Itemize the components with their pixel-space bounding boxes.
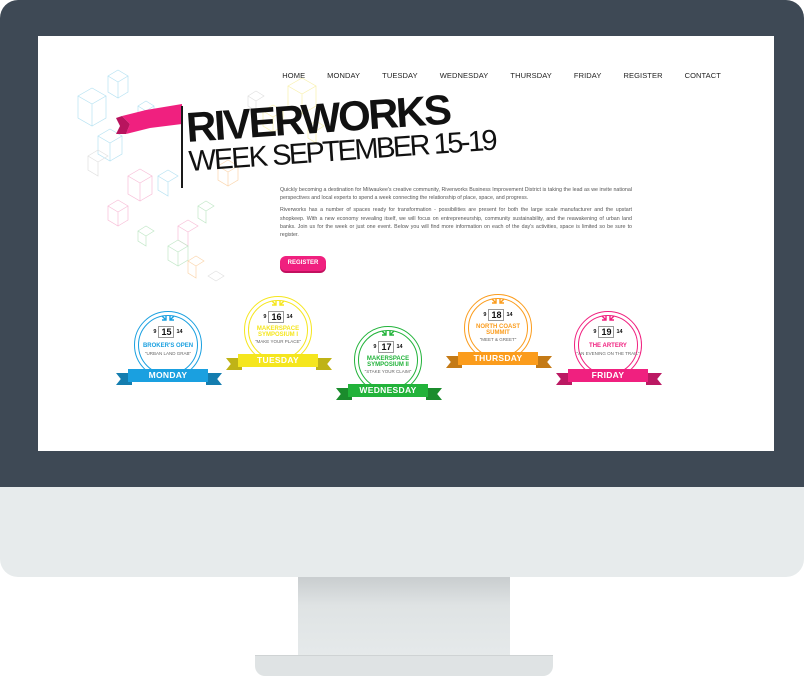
badge-event-name-line2: SYMPOSIUM II [367,362,409,369]
badge-event-name: MAKERSPACE SYMPOSIUM II [356,356,420,368]
main-nav: HOME MONDAY TUESDAY WEDNESDAY THURSDAY F… [260,71,721,80]
badge-month: 9 [483,312,487,318]
intro-paragraph-1: Quickly becoming a destination for Milwa… [280,187,632,202]
badge-year: 14 [286,314,293,320]
badge-date: 9 17 14 [354,341,422,353]
badge-monday[interactable]: 9 15 14 BROKER'S OPEN "URBAN LAND GRAB" MO… [114,311,224,401]
ribbon-tail-right [316,358,332,370]
badge-event-name: THE ARTERY [576,343,640,349]
nav-register[interactable]: REGISTER [623,71,662,80]
badge-month: 9 [153,329,157,335]
badge-event-subtitle: "AN EVENING ON THE TRAIL" [576,351,640,356]
pink-flag-icon [116,104,182,134]
badge-day: 15 [158,326,175,338]
arrows-icon [491,298,505,304]
arrows-icon [161,315,175,321]
badge-date: 9 18 14 [464,309,532,321]
badge-year: 14 [176,329,183,335]
flag-pole [181,106,183,188]
intro-text: Quickly becoming a destination for Milwa… [280,186,632,243]
badge-event-name-line1: BROKER'S OPEN [142,343,194,349]
badge-month: 9 [263,314,267,320]
nav-wednesday[interactable]: WEDNESDAY [440,71,489,80]
badge-event-subtitle: "MAKE YOUR PLACE" [254,339,302,344]
ribbon-tail-right [646,373,662,385]
monitor-chin [0,487,804,577]
badge-day: 19 [598,326,615,338]
badge-friday[interactable]: 9 19 14 THE ARTERY "AN EVENING ON THE TRAI… [554,311,664,401]
monitor-stand-base [255,655,553,676]
badge-date: 9 15 14 [134,326,202,338]
ribbon-tail-right [426,388,442,400]
badge-date: 9 16 14 [244,311,312,323]
arrows-icon [381,330,395,336]
badge-month: 9 [373,344,377,350]
website-screen: HOME MONDAY TUESDAY WEDNESDAY THURSDAY F… [38,36,774,451]
ribbon-tail-right [206,373,222,385]
badge-day: 16 [268,311,285,323]
badge-ribbon[interactable]: FRIDAY [568,369,648,382]
badge-event-name-line2: SYMPOSIUM I [257,332,298,339]
badge-day: 18 [488,309,505,321]
badge-date: 9 19 14 [574,326,642,338]
badge-event-subtitle: "STAKE YOUR CLAIM" [364,369,412,374]
badge-year: 14 [506,312,513,318]
title-week: WEEK [187,140,268,179]
badge-event-name-line1: THE ARTERY [589,343,627,349]
badge-ribbon[interactable]: THURSDAY [458,352,538,365]
badge-event-name-line2: SUMMIT [486,330,510,337]
nav-tuesday[interactable]: TUESDAY [382,71,418,80]
intro-paragraph-2: Riverworks has a number of spaces ready … [280,207,632,239]
arrows-icon [601,315,615,321]
arrows-icon [271,300,285,306]
badge-event-subtitle: "URBAN LAND GRAB" [144,351,192,356]
badge-wednesday[interactable]: 9 17 14 MAKERSPACE SYMPOSIUM II "STAKE YOU… [334,326,444,416]
badge-year: 14 [616,329,623,335]
badge-month: 9 [593,329,597,335]
monitor-stand-neck [298,577,510,659]
badge-tuesday[interactable]: 9 16 14 MAKERSPACE SYMPOSIUM I "MAKE YOUR … [224,296,334,386]
nav-friday[interactable]: FRIDAY [574,71,602,80]
register-button[interactable]: REGISTER [280,256,326,271]
badge-ribbon[interactable]: MONDAY [128,369,208,382]
badge-event-name: NORTH COAST SUMMIT [466,324,530,336]
badge-ribbon[interactable]: WEDNESDAY [348,384,428,397]
nav-contact[interactable]: CONTACT [685,71,721,80]
badge-event-name: MAKERSPACE SYMPOSIUM I [246,326,310,338]
nav-home[interactable]: HOME [282,71,305,80]
nav-monday[interactable]: MONDAY [327,71,360,80]
badge-thursday[interactable]: 9 18 14 NORTH COAST SUMMIT "MEET & GREET" … [444,294,554,384]
badge-day: 17 [378,341,395,353]
badge-event-subtitle: "MEET & GREET" [479,337,517,342]
badge-ribbon[interactable]: TUESDAY [238,354,318,367]
nav-thursday[interactable]: THURSDAY [510,71,552,80]
ribbon-tail-right [536,356,552,368]
badge-year: 14 [396,344,403,350]
badge-event-name: BROKER'S OPEN [136,343,200,349]
